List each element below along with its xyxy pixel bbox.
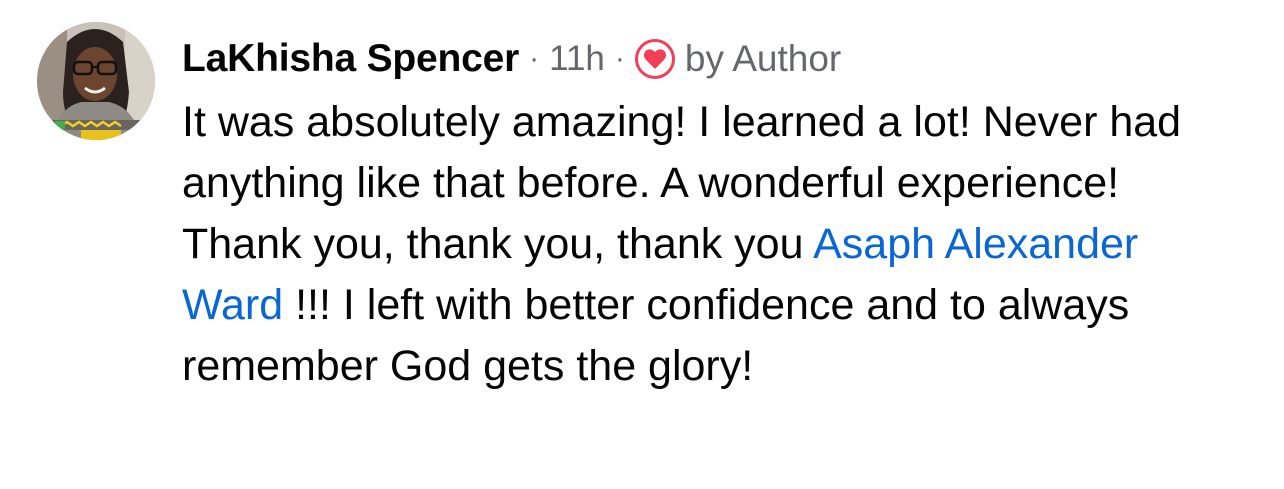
comment-text: It was absolutely amazing! I learned a l…: [182, 92, 1182, 397]
heart-icon-glyph: [643, 49, 666, 69]
meta-separator: ·: [614, 42, 625, 75]
comment-text-part: !!! I left with better confidence and to…: [182, 281, 1130, 390]
meta-separator: ·: [529, 42, 540, 75]
comment-meta: LaKhisha Spencer · 11h · by Author: [182, 24, 1277, 94]
heart-icon: [634, 39, 675, 79]
timestamp[interactable]: 11h: [549, 39, 605, 79]
comment: LaKhisha Spencer · 11h · by Author It wa…: [37, 22, 1277, 397]
reaction-by-author-label: by Author: [684, 38, 842, 79]
author-name[interactable]: LaKhisha Spencer: [182, 37, 519, 81]
avatar[interactable]: [37, 22, 155, 140]
avatar-image: [37, 22, 155, 140]
comment-body: LaKhisha Spencer · 11h · by Author It wa…: [182, 22, 1277, 397]
